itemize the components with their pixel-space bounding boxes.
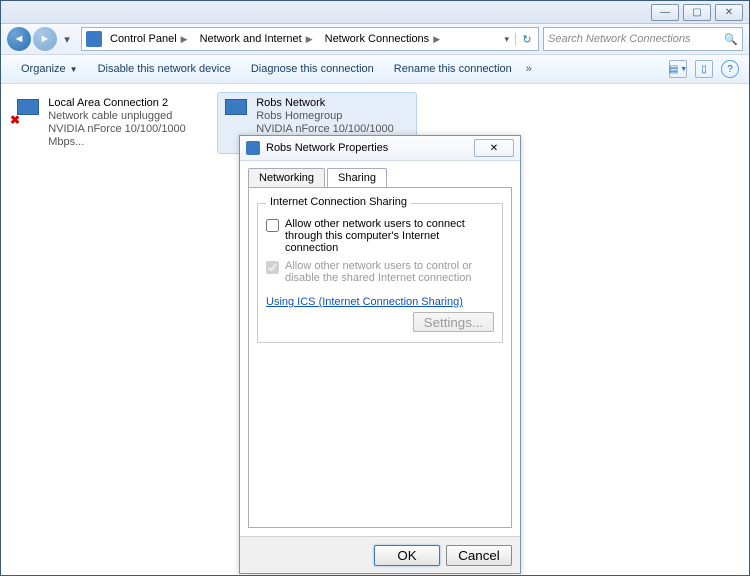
- dialog-button-row: OK Cancel: [240, 536, 520, 573]
- ok-button[interactable]: OK: [374, 545, 440, 566]
- search-placeholder: Search Network Connections: [548, 33, 690, 45]
- allow-control-input: [266, 261, 279, 274]
- help-button[interactable]: ?: [721, 60, 739, 78]
- allow-connect-label: Allow other network users to connect thr…: [285, 218, 494, 254]
- allow-connect-checkbox[interactable]: Allow other network users to connect thr…: [266, 218, 494, 254]
- overflow-chevron[interactable]: »: [522, 63, 536, 75]
- connection-name: Robs Network: [256, 97, 412, 110]
- network-adapter-icon: [222, 97, 250, 125]
- cancel-button[interactable]: Cancel: [446, 545, 512, 566]
- tab-strip: Networking Sharing: [248, 168, 512, 188]
- dialog-close-button[interactable]: ✕: [474, 139, 514, 157]
- tab-networking[interactable]: Networking: [248, 168, 325, 187]
- address-bar[interactable]: Control Panel▶ Network and Internet▶ Net…: [81, 27, 539, 51]
- allow-connect-input[interactable]: [266, 219, 279, 232]
- connection-name: Local Area Connection 2: [48, 97, 204, 110]
- location-icon: [86, 31, 102, 47]
- connection-adapter: NVIDIA nForce 10/100/1000 Mbps...: [48, 123, 204, 149]
- close-button[interactable]: ✕: [715, 4, 743, 21]
- breadcrumb[interactable]: Network Connections▶: [321, 28, 448, 50]
- preview-pane-button[interactable]: ▯: [695, 60, 713, 78]
- breadcrumb[interactable]: Control Panel▶: [106, 28, 196, 50]
- command-bar: Organize▼ Disable this network device Di…: [1, 55, 749, 84]
- titlebar: — ▢ ✕: [1, 1, 749, 24]
- search-icon: 🔍: [724, 33, 738, 46]
- maximize-button[interactable]: ▢: [683, 4, 711, 21]
- forward-button[interactable]: ►: [33, 27, 57, 51]
- dialog-title: Robs Network Properties: [266, 142, 388, 154]
- dialog-titlebar: Robs Network Properties ✕: [240, 136, 520, 161]
- allow-control-label: Allow other network users to control or …: [285, 260, 494, 284]
- search-input[interactable]: Search Network Connections 🔍: [543, 27, 743, 51]
- nav-bar: ◄ ► ▾ Control Panel▶ Network and Interne…: [1, 24, 749, 55]
- dialog-icon: [246, 141, 260, 155]
- organize-menu[interactable]: Organize▼: [11, 63, 88, 75]
- error-overlay-icon: ✖: [10, 113, 20, 127]
- back-button[interactable]: ◄: [7, 27, 31, 51]
- diagnose-button[interactable]: Diagnose this connection: [241, 63, 384, 75]
- connection-item[interactable]: ✖ Local Area Connection 2 Network cable …: [9, 92, 209, 154]
- view-options-button[interactable]: ▤▼: [669, 60, 687, 78]
- disable-device-button[interactable]: Disable this network device: [88, 63, 241, 75]
- properties-dialog: Robs Network Properties ✕ Networking Sha…: [239, 135, 521, 574]
- settings-button: Settings...: [413, 312, 494, 332]
- breadcrumb[interactable]: Network and Internet▶: [196, 28, 321, 50]
- history-dropdown[interactable]: ▾: [59, 27, 75, 51]
- sharing-tab-page: Internet Connection Sharing Allow other …: [248, 187, 512, 528]
- refresh-button[interactable]: ↻: [515, 33, 538, 46]
- connection-status: Robs Homegroup: [256, 110, 412, 123]
- explorer-window: — ▢ ✕ ◄ ► ▾ Control Panel▶ Network and I…: [0, 0, 750, 576]
- minimize-button[interactable]: —: [651, 4, 679, 21]
- connection-status: Network cable unplugged: [48, 110, 204, 123]
- tab-sharing[interactable]: Sharing: [327, 168, 387, 187]
- network-adapter-icon: ✖: [14, 97, 42, 125]
- allow-control-checkbox: Allow other network users to control or …: [266, 260, 494, 284]
- group-title: Internet Connection Sharing: [266, 196, 411, 208]
- ics-group: Internet Connection Sharing Allow other …: [257, 203, 503, 343]
- rename-button[interactable]: Rename this connection: [384, 63, 522, 75]
- ics-help-link[interactable]: Using ICS (Internet Connection Sharing): [266, 296, 463, 308]
